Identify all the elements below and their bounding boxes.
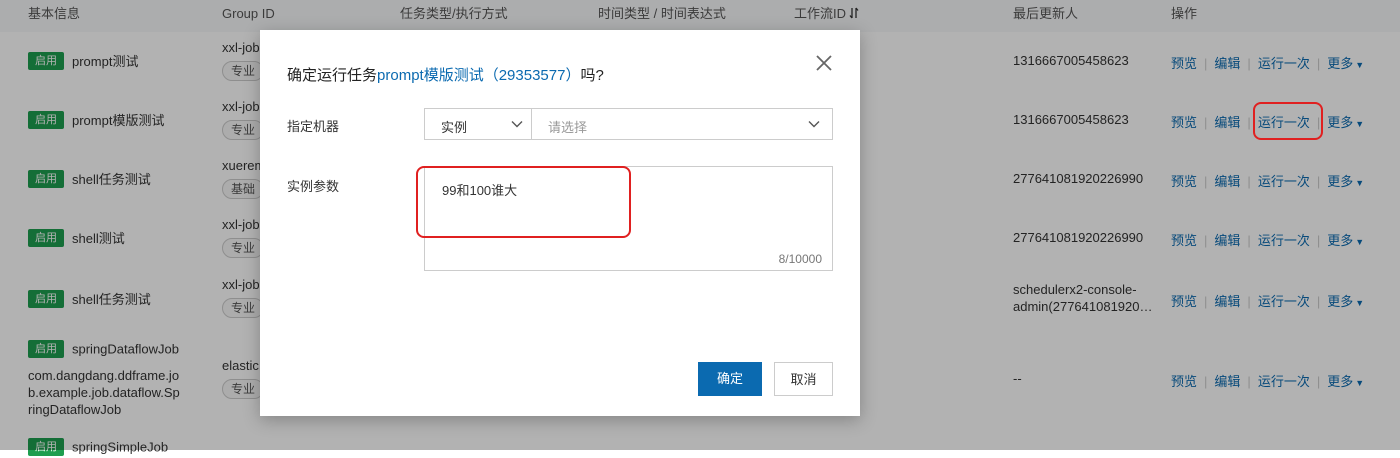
confirm-button[interactable]: 确定 [698, 362, 762, 396]
run-task-dialog: 确定运行任务prompt模版测试（29353577）吗? 指定机器 实例 请选择… [260, 30, 860, 416]
dialog-title: 确定运行任务prompt模版测试（29353577）吗? [287, 67, 604, 84]
machine-type-select[interactable]: 实例 [424, 108, 532, 140]
chevron-down-icon [511, 121, 523, 128]
chevron-down-icon [808, 121, 820, 128]
machine-placeholder: 请选择 [548, 120, 588, 135]
highlight-param [416, 166, 631, 238]
machine-type-value: 实例 [441, 120, 468, 135]
machine-select[interactable]: 请选择 [532, 108, 833, 140]
machine-label: 指定机器 [287, 119, 340, 134]
char-counter: 8/10000 [778, 252, 822, 266]
cancel-button[interactable]: 取消 [774, 362, 833, 396]
highlight-run-once [1253, 102, 1323, 140]
param-label: 实例参数 [287, 179, 340, 194]
dialog-task-name: prompt模版测试（29353577） [377, 67, 581, 84]
close-icon[interactable] [813, 52, 835, 74]
